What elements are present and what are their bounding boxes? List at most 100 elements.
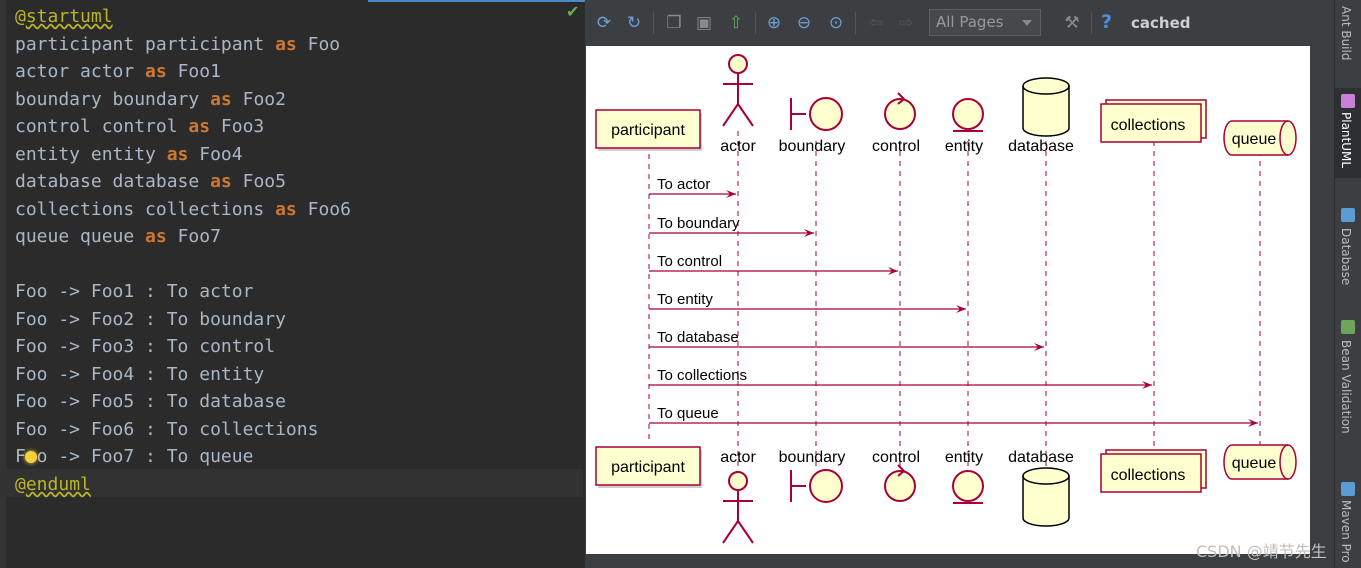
code-line[interactable]: participant participant as Foo xyxy=(15,34,340,56)
code-token: Foo xyxy=(296,34,341,55)
bean-validation-tool-icon xyxy=(1341,320,1355,334)
code-token: Foo -> Foo7 : To queue xyxy=(15,446,254,467)
code-line[interactable]: Foo -> Foo4 : To entity xyxy=(15,364,264,386)
code-keyword: as xyxy=(275,34,297,55)
inspection-ok-icon[interactable]: ✔ xyxy=(566,2,579,21)
settings-icon[interactable]: ⚒ xyxy=(1061,12,1083,34)
code-editor[interactable]: @startuml participant participant as Foo a… xyxy=(0,0,585,568)
code-token: Foo6 xyxy=(296,199,351,220)
code-keyword: as xyxy=(145,61,167,82)
code-annotation: @ xyxy=(15,474,26,495)
code-token: Foo5 xyxy=(231,171,286,192)
tool-tab-maven[interactable]: Maven Pro xyxy=(1339,500,1353,563)
tool-tab-bean-validation[interactable]: Bean Validation xyxy=(1339,340,1353,434)
code-line[interactable]: collections collections as Foo6 xyxy=(15,199,351,221)
code-line[interactable]: database database as Foo5 xyxy=(15,171,286,193)
message-label: To entity xyxy=(657,291,713,308)
code-token: Foo -> Foo6 : To collections xyxy=(15,419,319,440)
database-label: database xyxy=(1008,138,1074,155)
code-token: Foo4 xyxy=(188,144,243,165)
boundary-label: boundary xyxy=(779,449,846,466)
collections-label: collections xyxy=(1111,117,1186,134)
code-token: Foo -> Foo4 : To entity xyxy=(15,364,265,385)
tool-tab-database[interactable]: Database xyxy=(1339,228,1353,285)
code-keyword: as xyxy=(210,89,232,110)
database-cylinder-icon xyxy=(1022,77,1070,137)
code-line[interactable]: boundary boundary as Foo2 xyxy=(15,89,286,111)
code-line[interactable]: Foo -> Foo1 : To actor xyxy=(15,281,253,303)
code-token: Foo -> Foo1 : To actor xyxy=(15,281,254,302)
database-label: database xyxy=(1008,449,1074,466)
message-label: To queue xyxy=(657,405,719,422)
code-line[interactable]: Foo -> Foo3 : To control xyxy=(15,336,275,358)
pages-select-value: All Pages xyxy=(936,13,1004,31)
current-line-highlight xyxy=(6,469,583,497)
database-cylinder-icon xyxy=(1022,467,1070,527)
refresh-icon[interactable]: ⟳ xyxy=(593,12,615,34)
sequence-diagram-canvas: participant participant actor actor boundary… xyxy=(586,46,1310,554)
actor-label: actor xyxy=(720,138,756,155)
code-annotation: enduml xyxy=(25,474,91,495)
help-icon[interactable]: ? xyxy=(1101,11,1112,33)
code-line[interactable]: Foo -> Foo7 : To queue xyxy=(15,446,253,468)
code-annotation: startuml xyxy=(25,6,113,27)
zoom-in-icon[interactable]: ⊕ xyxy=(763,12,785,34)
export-icon[interactable]: ⇧ xyxy=(725,12,747,34)
message-label: To control xyxy=(657,253,722,270)
entity-label: entity xyxy=(945,449,983,466)
code-line[interactable]: Foo -> Foo2 : To boundary xyxy=(15,309,286,331)
code-line[interactable]: control control as Foo3 xyxy=(15,116,264,138)
actor-head-icon xyxy=(728,54,748,74)
save-icon[interactable]: ▣ xyxy=(693,12,715,34)
actor-leg-icon xyxy=(737,520,754,544)
actual-size-icon[interactable]: ⊙ xyxy=(825,12,847,34)
code-token: participant participant xyxy=(15,34,276,55)
code-token: collections collections xyxy=(15,199,276,220)
code-line[interactable]: queue queue as Foo7 xyxy=(15,226,221,248)
toolbar-separator xyxy=(855,12,856,34)
code-token: Foo -> Foo5 : To database xyxy=(15,391,286,412)
code-line[interactable]: actor actor as Foo1 xyxy=(15,61,221,83)
queue-label: queue xyxy=(1232,131,1277,148)
code-token: database database xyxy=(15,171,211,192)
control-label: control xyxy=(872,449,920,466)
code-keyword: as xyxy=(166,144,189,165)
code-line[interactable]: @startuml xyxy=(15,6,113,28)
code-line[interactable]: Foo -> Foo5 : To database xyxy=(15,391,286,413)
toolbar-separator xyxy=(1091,12,1092,34)
database-tool-icon xyxy=(1341,208,1355,222)
intention-bulb-icon[interactable] xyxy=(25,451,37,463)
code-line[interactable]: entity entity as Foo4 xyxy=(15,144,243,166)
code-keyword: as xyxy=(275,199,297,220)
code-token: Foo -> Foo3 : To control xyxy=(15,336,276,357)
right-tool-window-bar: Ant Build PlantUML Database Bean Validat… xyxy=(1334,0,1361,568)
zoom-out-icon[interactable]: ⊖ xyxy=(793,12,815,34)
plantuml-preview-panel: ⟳ ↻ ❐ ▣ ⇧ ⊕ ⊖ ⊙ ⇦ ⇨ All Pages ⚒ ? cached… xyxy=(585,0,1334,568)
actor-label: actor xyxy=(720,449,756,466)
maven-tool-icon xyxy=(1341,482,1355,496)
pages-select[interactable]: All Pages xyxy=(929,9,1041,36)
previous-page-icon[interactable]: ⇦ xyxy=(865,12,887,34)
code-token: queue queue xyxy=(15,226,146,247)
code-token: Foo1 xyxy=(166,61,221,82)
message-label: To actor xyxy=(657,176,710,193)
next-page-icon[interactable]: ⇨ xyxy=(895,12,917,34)
regenerate-icon[interactable]: ↻ xyxy=(623,12,645,34)
tool-tab-ant-build[interactable]: Ant Build xyxy=(1339,6,1353,60)
tool-tab-plantuml[interactable]: PlantUML xyxy=(1339,112,1353,168)
cached-status-label: cached xyxy=(1131,14,1191,32)
actor-head-icon xyxy=(728,471,748,491)
code-token: Foo3 xyxy=(210,116,265,137)
code-line[interactable]: Foo -> Foo6 : To collections xyxy=(15,419,318,441)
actor-leg-icon xyxy=(722,103,739,127)
code-keyword: as xyxy=(210,171,232,192)
code-token: control control xyxy=(15,116,189,137)
preview-toolbar: ⟳ ↻ ❐ ▣ ⇧ ⊕ ⊖ ⊙ ⇦ ⇨ All Pages ⚒ ? cached xyxy=(585,0,1334,46)
boundary-circle-icon xyxy=(809,469,843,503)
copy-icon[interactable]: ❐ xyxy=(663,12,685,34)
boundary-circle-icon xyxy=(809,97,843,131)
code-line[interactable]: @enduml xyxy=(15,474,91,496)
watermark-text: CSDN @靖节先生 xyxy=(1196,542,1327,561)
boundary-label: boundary xyxy=(779,138,846,155)
code-token: actor actor xyxy=(15,61,146,82)
